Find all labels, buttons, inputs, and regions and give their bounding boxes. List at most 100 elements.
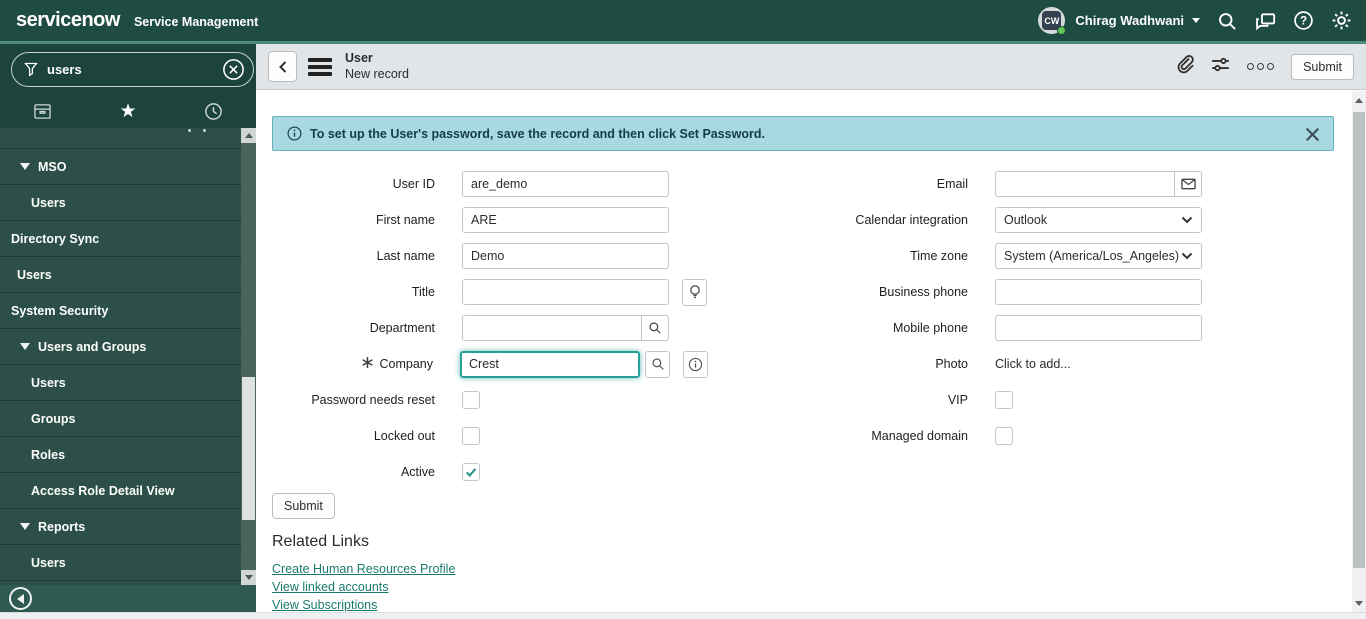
related-link-view-linked-accounts[interactable]: View linked accounts — [272, 580, 1352, 594]
title-input[interactable] — [462, 279, 669, 305]
scrollbar-thumb[interactable] — [242, 377, 255, 520]
banner-message: To set up the User's password, save the … — [310, 126, 765, 141]
mobile-phone-label: Mobile phone — [892, 321, 968, 335]
gear-icon[interactable] — [1330, 10, 1352, 32]
password-needs-reset-checkbox[interactable] — [462, 391, 480, 409]
submit-button-bottom[interactable]: Submit — [272, 493, 335, 519]
mobile-phone-input[interactable] — [995, 315, 1202, 341]
sidebar-item-users-and-groups[interactable]: Users and Groups — [0, 329, 256, 365]
company-lookup-button[interactable] — [645, 350, 670, 378]
form-context-menu-icon[interactable] — [308, 57, 332, 76]
related-link-view-subscriptions[interactable]: View Subscriptions — [272, 598, 1352, 612]
user-id-input[interactable] — [462, 171, 669, 197]
scrollbar-thumb[interactable] — [1353, 112, 1365, 568]
form-header: User New record Submit — [256, 44, 1366, 90]
search-icon — [651, 358, 664, 370]
email-field-group — [995, 171, 1202, 197]
user-id-label: User ID — [392, 177, 435, 191]
department-lookup-button[interactable] — [641, 316, 668, 340]
connect-chat-icon[interactable] — [1254, 10, 1276, 32]
help-icon[interactable]: ? — [1292, 10, 1314, 32]
time-zone-select[interactable]: System (America/Los_Angeles) — [995, 243, 1202, 269]
scroll-down-icon[interactable] — [241, 570, 256, 585]
sidebar-item-reports[interactable]: Reports — [0, 509, 256, 545]
field-row-mobile-phone: Mobile phone — [790, 310, 1210, 346]
email-label: Email — [936, 177, 968, 191]
last-name-input[interactable] — [462, 243, 669, 269]
back-button[interactable] — [268, 51, 297, 82]
field-row-vip: VIP — [790, 382, 1210, 418]
more-options-icon[interactable] — [1247, 63, 1275, 70]
email-button[interactable] — [1174, 172, 1201, 196]
submit-button-header[interactable]: Submit — [1291, 53, 1354, 80]
avatar[interactable]: CW — [1038, 7, 1067, 35]
field-row-first-name: First name — [272, 202, 708, 238]
locked-out-checkbox[interactable] — [462, 427, 480, 445]
presence-dot-icon — [1057, 26, 1067, 35]
sidebar-item-roles[interactable]: Roles — [0, 437, 256, 473]
navigator-filter — [0, 44, 256, 95]
close-banner-icon[interactable] — [1304, 126, 1321, 143]
field-row-title: Title — [272, 274, 708, 310]
navigator-filter-input[interactable] — [47, 62, 222, 77]
collapse-sidebar-button[interactable] — [9, 587, 32, 610]
scroll-down-icon[interactable] — [1352, 596, 1366, 610]
search-icon — [649, 322, 661, 334]
sidebar-item-access-role-detail-view[interactable]: Access Role Detail View — [0, 473, 256, 509]
global-search-icon[interactable] — [1216, 10, 1238, 32]
tab-history[interactable] — [171, 95, 256, 128]
photo-label: Photo — [935, 357, 968, 371]
paperclip-icon[interactable] — [1175, 54, 1194, 79]
form-title: User — [345, 50, 373, 65]
info-icon — [287, 126, 302, 141]
sidebar-item-system-security[interactable]: System Security — [0, 293, 256, 329]
sidebar-item-users[interactable]: Users — [0, 185, 256, 221]
header-actions: CW Chirag Wadhwani ? — [1038, 7, 1352, 35]
photo-add-link[interactable]: Click to add... — [995, 357, 1071, 371]
company-input[interactable] — [460, 350, 640, 378]
field-row-password-needs-reset: Password needs reset — [272, 382, 708, 418]
clear-filter-icon[interactable] — [222, 58, 245, 81]
sidebar-item-groups[interactable]: Groups — [0, 401, 256, 437]
check-icon — [465, 468, 477, 478]
form-header-actions: Submit — [1175, 53, 1354, 80]
user-menu[interactable]: Chirag Wadhwani — [1075, 13, 1184, 28]
chevron-down-icon[interactable] — [1192, 18, 1200, 23]
sidebar-scrollbar[interactable] — [241, 128, 256, 585]
calendar-integration-select[interactable]: Outlook — [995, 207, 1202, 233]
related-link-create-hr-profile[interactable]: Create Human Resources Profile — [272, 562, 1352, 576]
tab-favorites[interactable]: ★ — [85, 95, 170, 128]
department-input[interactable] — [463, 316, 641, 340]
nav-item-partial — [0, 128, 256, 149]
application-navigator: ★ MSO Users Directory Sync Users — [0, 44, 256, 612]
company-label: Company — [272, 356, 433, 372]
managed-domain-checkbox[interactable] — [995, 427, 1013, 445]
sidebar-item-users[interactable]: Users — [0, 257, 256, 293]
form-fields: User ID First name Last name Title — [272, 166, 1352, 490]
scroll-up-icon[interactable] — [1352, 93, 1366, 107]
filter-pill — [11, 52, 254, 87]
first-name-input[interactable] — [462, 207, 669, 233]
company-preview-button[interactable] — [683, 350, 708, 378]
active-checkbox[interactable] — [462, 463, 480, 481]
archive-box-icon — [34, 104, 51, 119]
main-scrollbar[interactable] — [1352, 91, 1366, 612]
locked-out-label: Locked out — [373, 429, 435, 443]
top-header: servicenow Service Management CW Chirag … — [0, 0, 1366, 41]
vip-checkbox[interactable] — [995, 391, 1013, 409]
sidebar-item-directory-sync[interactable]: Directory Sync — [0, 221, 256, 257]
email-input[interactable] — [996, 172, 1174, 196]
sidebar-item-users[interactable]: Users — [0, 365, 256, 401]
sidebar-item-users[interactable]: Users — [0, 545, 256, 581]
suggestion-button[interactable] — [682, 278, 707, 306]
chevron-down-icon — [1181, 252, 1193, 260]
chevron-down-icon — [1181, 216, 1193, 224]
horizontal-scrollbar-track[interactable] — [0, 612, 1366, 619]
managed-domain-label: Managed domain — [871, 429, 968, 443]
tab-all-applications[interactable] — [0, 95, 85, 128]
personalize-form-icon[interactable] — [1211, 55, 1230, 79]
sidebar-item-mso[interactable]: MSO — [0, 149, 256, 185]
scroll-up-icon[interactable] — [241, 128, 256, 143]
business-phone-input[interactable] — [995, 279, 1202, 305]
field-row-email: Email — [790, 166, 1210, 202]
